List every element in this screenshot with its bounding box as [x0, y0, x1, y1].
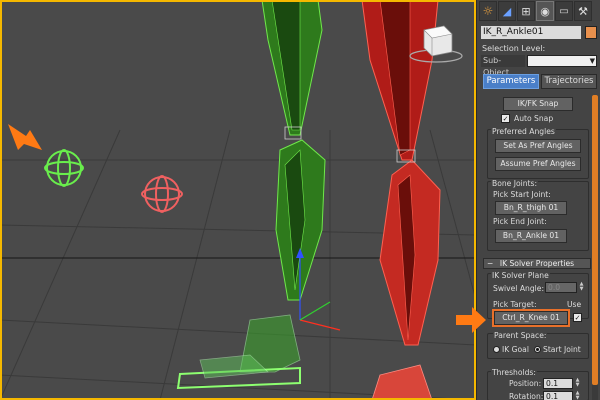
auto-snap-label: Auto Snap	[514, 114, 554, 123]
swivel-angle-field[interactable]: 0.0	[545, 282, 577, 293]
chevron-down-icon: ▼	[589, 57, 595, 65]
command-panel: ☼ ◢ ⊞ ◉ ▭ ⚒ IK_R_Ankle01 Selection Level…	[476, 0, 600, 400]
selection-level-dropdown[interactable]: ▼	[527, 55, 597, 67]
viewport-scene	[0, 0, 476, 400]
motion-rollouts: IK/FK Snap ✓ Auto Snap Preferred Angles …	[481, 93, 591, 400]
thresholds-label: Thresholds:	[491, 368, 537, 377]
hierarchy-tab-icon[interactable]: ⊞	[517, 1, 535, 21]
auto-snap-checkbox[interactable]: ✓	[501, 114, 510, 123]
tab-trajectories[interactable]: Trajectories	[541, 74, 597, 89]
green-leg-bones[interactable]	[176, 0, 326, 390]
display-tab-icon[interactable]: ▭	[555, 1, 573, 21]
start-joint-label: Start Joint	[543, 345, 581, 354]
command-panel-tabs: ☼ ◢ ⊞ ◉ ▭ ⚒	[479, 1, 599, 22]
utilities-tab-icon[interactable]: ⚒	[574, 1, 592, 21]
bone-joints-label: Bone Joints:	[491, 179, 539, 188]
parent-space-label: Parent Space:	[493, 331, 548, 340]
pick-end-joint-button[interactable]: Bn_R_Ankle 01	[495, 229, 567, 243]
annotation-arrow-viewport	[8, 124, 42, 150]
panel-scrollbar-thumb[interactable]	[592, 95, 598, 385]
preferred-angles-label: Preferred Angles	[491, 127, 556, 136]
rotation-threshold-field[interactable]: 0.1	[543, 391, 573, 400]
pick-target-label: Pick Target:	[493, 300, 537, 309]
set-pref-angles-button[interactable]: Set As Pref Angles	[495, 139, 581, 153]
assume-pref-angles-button[interactable]: Assume Pref Angles	[495, 157, 581, 171]
object-name-field[interactable]: IK_R_Ankle01	[481, 26, 581, 39]
use-target-checkbox[interactable]: ✓	[573, 313, 582, 322]
pick-end-joint-label: Pick End Joint:	[493, 217, 547, 226]
ik-goal-label: IK Goal	[502, 345, 529, 354]
object-color-swatch[interactable]	[585, 26, 597, 39]
ik-solver-properties-title: IK Solver Properties	[499, 259, 575, 268]
swivel-angle-spinner[interactable]: ▲ ▼	[578, 282, 585, 293]
rotation-threshold-spinner[interactable]: ▲ ▼	[574, 391, 581, 400]
ctrl-knee-green-circle[interactable]	[44, 149, 84, 187]
position-threshold-spinner[interactable]: ▲ ▼	[574, 378, 581, 389]
pick-start-joint-button[interactable]: Bn_R_thigh 01	[495, 201, 567, 215]
motion-tab-icon[interactable]: ◉	[536, 1, 554, 21]
ctrl-knee-red-circle[interactable]	[141, 175, 183, 213]
ik-goal-radio[interactable]	[493, 346, 500, 353]
selection-level-dropdown-label: Sub-Object	[481, 55, 525, 77]
swivel-angle-label: Swivel Angle:	[493, 284, 544, 293]
pick-start-joint-label: Pick Start Joint:	[493, 190, 551, 199]
selection-level-label: Selection Level:	[482, 44, 546, 53]
tab-parameters[interactable]: Parameters	[483, 74, 539, 89]
start-joint-radio[interactable]	[534, 346, 541, 353]
annotation-arrow-panel	[456, 307, 486, 333]
collapse-icon: −	[487, 259, 494, 268]
use-label: Use	[567, 300, 582, 309]
perspective-viewport[interactable]	[0, 0, 476, 400]
pick-target-highlight	[492, 309, 570, 327]
preferred-angles-group	[487, 129, 589, 179]
create-tab-icon[interactable]: ☼	[479, 1, 497, 21]
modify-tab-icon[interactable]: ◢	[498, 1, 516, 21]
rotation-threshold-label: Rotation:	[509, 392, 544, 400]
ik-solver-properties-rollout[interactable]: − IK Solver Properties	[483, 258, 591, 269]
ikfk-snap-button[interactable]: IK/FK Snap	[503, 97, 573, 111]
position-threshold-label: Position:	[509, 379, 542, 388]
ik-solver-plane-label: IK Solver Plane	[491, 271, 550, 280]
position-threshold-field[interactable]: 0.1	[543, 378, 573, 389]
